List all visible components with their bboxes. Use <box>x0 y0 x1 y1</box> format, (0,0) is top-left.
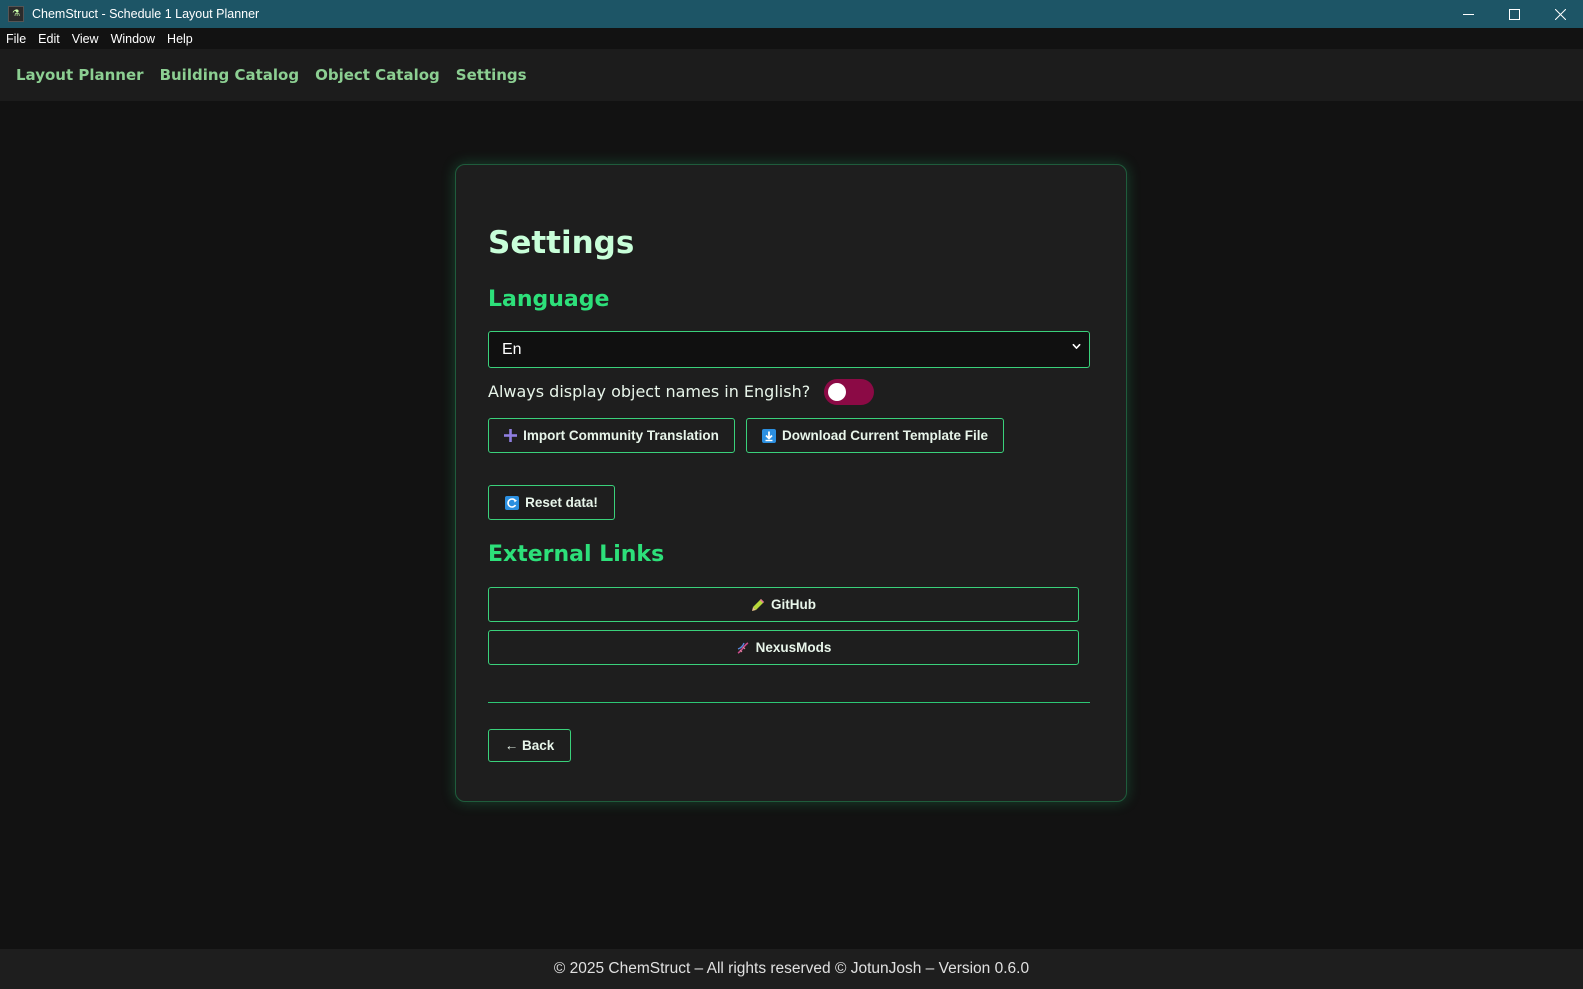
dna-icon <box>736 641 750 655</box>
close-button[interactable] <box>1537 0 1583 28</box>
language-select-value: En <box>502 340 522 358</box>
footer-text: © 2025 ChemStruct – All rights reserved … <box>553 960 1030 977</box>
maximize-icon <box>1508 8 1520 20</box>
import-translation-label: Import Community Translation <box>523 428 719 443</box>
english-names-row: Always display object names in English? <box>488 378 875 405</box>
page-title: Settings <box>488 225 635 261</box>
refresh-icon <box>505 495 520 510</box>
nav-object-catalog[interactable]: Object Catalog <box>315 66 440 84</box>
plus-icon <box>504 429 518 442</box>
reset-data-label: Reset data! <box>525 495 598 510</box>
minimize-button[interactable] <box>1445 0 1491 28</box>
top-navigation: Layout Planner Building Catalog Object C… <box>0 49 1583 101</box>
toggle-knob <box>828 382 847 401</box>
nav-building-catalog[interactable]: Building Catalog <box>160 66 300 84</box>
language-select[interactable]: En <box>488 331 1090 368</box>
chevron-down-icon <box>1072 343 1081 349</box>
window-controls <box>1445 0 1583 28</box>
window-titlebar: ⚗ ChemStruct - Schedule 1 Layout Planner <box>0 0 1583 28</box>
section-divider <box>488 702 1090 703</box>
github-link-label: GitHub <box>771 597 816 612</box>
settings-panel: Settings Language En Always display obje… <box>455 164 1127 802</box>
maximize-button[interactable] <box>1491 0 1537 28</box>
import-translation-button[interactable]: Import Community Translation <box>488 418 735 453</box>
window-title: ChemStruct - Schedule 1 Layout Planner <box>32 7 260 21</box>
english-names-toggle[interactable] <box>824 378 875 405</box>
chemstruct-app-icon: ⚗ <box>8 6 24 22</box>
back-button[interactable]: ← Back <box>488 729 571 762</box>
reset-data-button[interactable]: Reset data! <box>488 485 615 520</box>
english-names-label: Always display object names in English? <box>488 382 811 401</box>
download-arrow-icon <box>761 428 776 443</box>
download-template-button[interactable]: Download Current Template File <box>746 418 1004 453</box>
nexusmods-link-label: NexusMods <box>755 640 832 655</box>
menubar: File Edit View Window Help <box>0 28 1583 49</box>
back-label: ← Back <box>504 738 555 753</box>
download-template-label: Download Current Template File <box>781 428 989 443</box>
nexusmods-link-button[interactable]: NexusMods <box>488 630 1079 665</box>
menu-view[interactable]: View <box>66 32 105 46</box>
close-icon <box>1554 8 1566 20</box>
menu-window[interactable]: Window <box>105 32 161 46</box>
nav-layout-planner[interactable]: Layout Planner <box>16 66 144 84</box>
nav-settings[interactable]: Settings <box>456 66 527 84</box>
menu-edit[interactable]: Edit <box>32 32 66 46</box>
footer: © 2025 ChemStruct – All rights reserved … <box>0 949 1583 989</box>
language-heading: Language <box>488 287 610 312</box>
external-links-heading: External Links <box>488 542 665 567</box>
menu-help[interactable]: Help <box>161 32 199 46</box>
minimize-icon <box>1462 13 1474 15</box>
pencil-icon <box>751 598 765 612</box>
github-link-button[interactable]: GitHub <box>488 587 1079 622</box>
menu-file[interactable]: File <box>0 32 32 46</box>
